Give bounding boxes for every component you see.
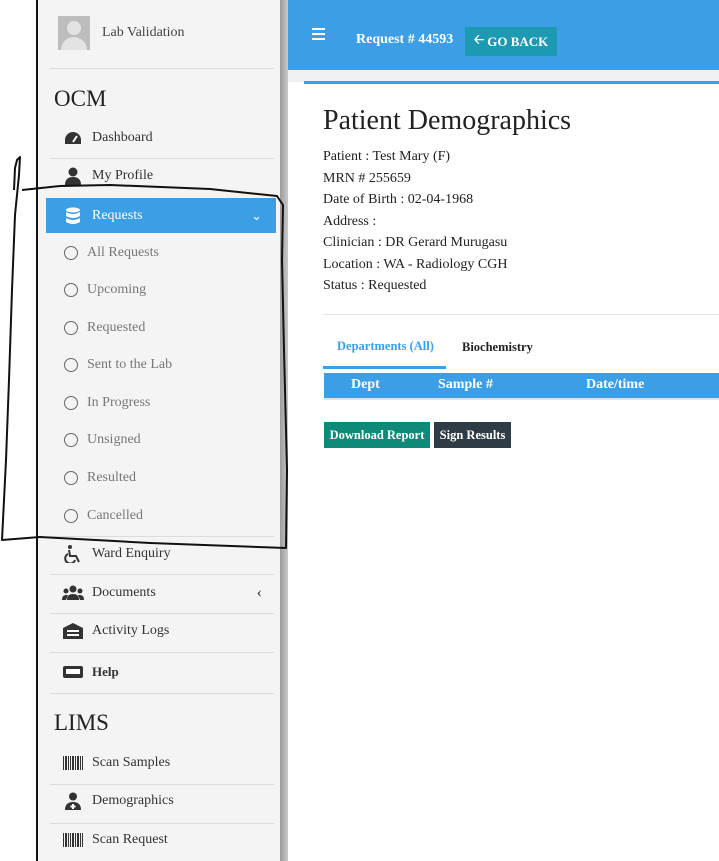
sidebar-item-demographics[interactable]: Demographics xyxy=(46,783,276,819)
sidebar-item-dashboard[interactable]: Dashboard xyxy=(46,120,276,156)
sidebar-item-ward-enquiry[interactable]: Ward Enquiry xyxy=(46,536,276,572)
table-header: Dept Sample # Date/time xyxy=(324,373,719,398)
date-of-birth: Date of Birth : 02-04-1968 xyxy=(323,192,474,207)
keyboard-icon xyxy=(62,662,84,682)
chevron-down-icon: ⌄ xyxy=(251,207,262,223)
sub-item-requested[interactable]: Requested xyxy=(46,310,276,346)
location: Location : WA - Radiology CGH xyxy=(323,257,508,272)
address: Address : xyxy=(323,214,377,229)
sub-item-cancelled[interactable]: Cancelled xyxy=(46,498,276,534)
sidebar-item-label: Scan Request xyxy=(92,832,168,847)
sidebar-item-label: Demographics xyxy=(92,793,174,808)
mrn: MRN # 255659 xyxy=(323,171,411,186)
sidebar-item-documents[interactable]: Documents ‹ xyxy=(46,575,276,611)
sidebar-item-label: My Profile xyxy=(92,168,154,183)
sidebar-item-label: Activity Logs xyxy=(92,623,170,638)
column-header-datetime[interactable]: Date/time xyxy=(586,377,644,393)
circle-icon xyxy=(64,509,78,523)
left-margin xyxy=(0,0,38,861)
user-name: Lab Validation xyxy=(102,25,185,40)
sub-item-label: Upcoming xyxy=(87,282,147,297)
sub-item-upcoming[interactable]: Upcoming xyxy=(46,272,276,308)
divider xyxy=(50,652,274,653)
sub-item-all-requests[interactable]: All Requests xyxy=(46,235,276,271)
barcode-icon xyxy=(62,830,84,850)
sidebar-item-scan-request[interactable]: Scan Request xyxy=(46,822,276,858)
user-icon xyxy=(62,166,84,186)
chevron-left-icon: ‹ xyxy=(256,584,262,601)
users-icon xyxy=(62,583,84,603)
sidebar-item-label: Scan Samples xyxy=(92,755,171,770)
barcode-icon xyxy=(62,753,84,773)
circle-icon xyxy=(64,283,78,297)
column-header-sample[interactable]: Sample # xyxy=(438,377,493,393)
divider xyxy=(50,68,274,69)
sub-item-label: In Progress xyxy=(87,395,151,410)
sign-results-button[interactable]: Sign Results xyxy=(434,422,511,448)
sidebar-item-label: Dashboard xyxy=(92,130,153,145)
tab-biochemistry[interactable]: Biochemistry xyxy=(462,340,533,355)
circle-icon xyxy=(64,433,78,447)
circle-icon xyxy=(64,396,78,410)
arrow-left-icon: 🡠 xyxy=(473,31,485,47)
sidebar-shadow xyxy=(280,0,288,861)
table-body xyxy=(324,398,719,400)
section-header-lims: LIMS xyxy=(54,710,109,735)
patient-name: Patient : Test Mary (F) xyxy=(323,149,451,164)
sub-item-label: All Requests xyxy=(87,245,159,260)
sub-item-label: Sent to the Lab xyxy=(87,357,173,372)
sub-item-in-progress[interactable]: In Progress xyxy=(46,385,276,421)
sidebar-item-label: Ward Enquiry xyxy=(92,546,171,561)
column-header-dept[interactable]: Dept xyxy=(351,377,380,393)
circle-icon xyxy=(64,321,78,335)
archive-icon xyxy=(62,621,84,641)
sub-item-sent-to-lab[interactable]: Sent to the Lab xyxy=(46,347,276,383)
go-back-button[interactable]: 🡠 GO BACK xyxy=(465,27,557,56)
avatar xyxy=(58,16,90,50)
divider xyxy=(323,314,719,315)
sub-item-unsigned[interactable]: Unsigned xyxy=(46,422,276,458)
wheelchair-icon xyxy=(62,544,84,564)
sidebar-item-help[interactable]: Help xyxy=(46,654,276,690)
sidebar-item-label: Requests xyxy=(92,207,143,223)
tachometer-icon xyxy=(62,128,84,148)
circle-icon xyxy=(64,358,78,372)
sidebar-item-label: Documents xyxy=(92,585,156,600)
sub-item-label: Requested xyxy=(87,320,146,335)
sub-item-resulted[interactable]: Resulted xyxy=(46,460,276,496)
circle-icon xyxy=(64,246,78,260)
database-icon xyxy=(62,206,84,226)
clinician: Clinician : DR Gerard Murugasu xyxy=(323,235,508,250)
sidebar-item-activity-logs[interactable]: Activity Logs xyxy=(46,613,276,649)
tab-departments-all[interactable]: Departments (All) xyxy=(337,339,434,354)
main-content: Patient Demographics Patient : Test Mary… xyxy=(304,84,719,861)
download-report-button[interactable]: Download Report xyxy=(324,422,430,448)
request-number: Request # 44593 xyxy=(356,32,454,47)
circle-icon xyxy=(64,471,78,485)
active-tab-indicator xyxy=(323,366,446,369)
status: Status : Requested xyxy=(323,278,427,293)
go-back-label: GO BACK xyxy=(487,33,549,49)
sub-item-label: Unsigned xyxy=(87,432,141,447)
divider xyxy=(50,693,274,694)
sidebar-item-scan-samples[interactable]: Scan Samples xyxy=(46,745,276,781)
user-panel: Lab Validation xyxy=(58,16,185,50)
sub-item-label: Resulted xyxy=(87,470,136,485)
sidebar-item-requests[interactable]: Requests ⌄ xyxy=(46,198,276,233)
user-md-icon xyxy=(62,791,84,811)
sidebar: Lab Validation OCM Dashboard My Profile … xyxy=(38,0,280,861)
page-title: Patient Demographics xyxy=(323,105,572,136)
sidebar-item-my-profile[interactable]: My Profile xyxy=(46,158,276,194)
section-header-ocm: OCM xyxy=(54,86,107,111)
top-bar: Request # 44593 🡠 GO BACK xyxy=(288,0,719,70)
hamburger-menu-icon[interactable] xyxy=(312,28,325,40)
sub-item-label: Cancelled xyxy=(87,508,143,523)
sidebar-item-label: Help xyxy=(92,664,119,679)
